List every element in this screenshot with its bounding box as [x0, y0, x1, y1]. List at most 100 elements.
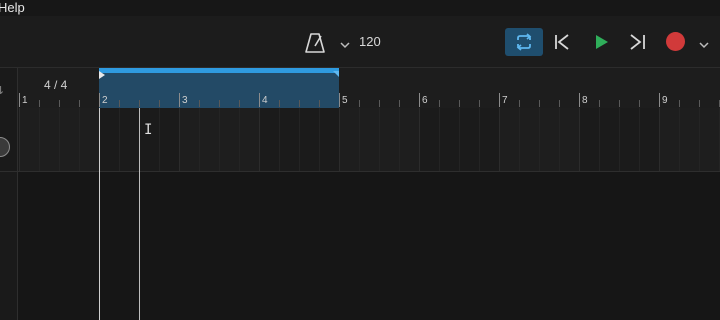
- ruler-beat-tick: [439, 100, 440, 107]
- ruler-beat-tick: [79, 100, 80, 107]
- bar-number: 6: [422, 95, 428, 106]
- go-to-start-button[interactable]: [550, 30, 574, 54]
- loop-icon: [516, 33, 532, 51]
- ruler-beat-tick: [679, 100, 680, 107]
- lane-beat-line: [699, 108, 700, 171]
- ruler-bar-tick: [99, 93, 100, 107]
- ruler-beat-tick: [379, 100, 380, 107]
- play-icon: [596, 35, 608, 49]
- lane-beat-line: [639, 108, 640, 171]
- ruler-beat-tick: [479, 100, 480, 107]
- lane-beat-line: [519, 108, 520, 171]
- ruler-beat-tick: [199, 100, 200, 107]
- lane-beat-line: [119, 108, 120, 171]
- lane-bar-line: [419, 108, 420, 171]
- lane-bar-line: [659, 108, 660, 171]
- lane-beat-line: [599, 108, 600, 171]
- ruler-bar-tick: [339, 93, 340, 107]
- lane-bar-line: [499, 108, 500, 171]
- lane-beat-line: [459, 108, 460, 171]
- ruler-bar-tick: [179, 93, 180, 107]
- lane-beat-line: [479, 108, 480, 171]
- lane-beat-line: [439, 108, 440, 171]
- loop-button[interactable]: [505, 28, 543, 56]
- track-divider: [0, 171, 18, 172]
- text-cursor-icon: I: [144, 122, 153, 138]
- chevron-down-icon[interactable]: [339, 38, 351, 50]
- ruler-beat-tick: [639, 100, 640, 107]
- lane-bar-line: [19, 108, 20, 171]
- bar-shade: [659, 108, 720, 171]
- bar-number: 5: [342, 95, 348, 106]
- bar-number: 3: [182, 95, 188, 106]
- ruler-beat-tick: [239, 100, 240, 107]
- lane-beat-line: [319, 108, 320, 171]
- lane-beat-line: [299, 108, 300, 171]
- bar-number: 4: [262, 95, 268, 106]
- lane-bar-line: [579, 108, 580, 171]
- ruler-beat-tick: [139, 100, 140, 107]
- lane-beat-line: [559, 108, 560, 171]
- ruler-beat-tick: [219, 100, 220, 107]
- record-options-chevron-icon[interactable]: [698, 38, 710, 50]
- ruler-beat-tick: [39, 100, 40, 107]
- arrangement-empty-area[interactable]: [18, 172, 720, 320]
- lane-beat-line: [239, 108, 240, 171]
- metronome-icon[interactable]: [304, 32, 326, 54]
- ruler-beat-tick: [159, 100, 160, 107]
- ruler-beat-tick: [319, 100, 320, 107]
- ruler-beat-tick: [519, 100, 520, 107]
- lane-beat-line: [279, 108, 280, 171]
- ruler-bar-tick: [19, 93, 20, 107]
- lane-beat-line: [59, 108, 60, 171]
- lane-beat-line: [399, 108, 400, 171]
- lane-beat-line: [379, 108, 380, 171]
- menu-bar: Help: [0, 0, 720, 16]
- ruler-bar-tick: [499, 93, 500, 107]
- ruler-beat-tick: [359, 100, 360, 107]
- ruler-beat-tick: [619, 100, 620, 107]
- lane-beat-line: [359, 108, 360, 171]
- go-to-end-button[interactable]: [626, 30, 650, 54]
- bar-number: 7: [502, 95, 508, 106]
- ruler-beat-tick: [59, 100, 60, 107]
- ruler-beat-tick: [699, 100, 700, 107]
- loop-start-line: [99, 108, 100, 320]
- bar-number: 1: [22, 95, 28, 106]
- bar-number: 8: [582, 95, 588, 106]
- playhead[interactable]: [139, 108, 140, 320]
- lane-beat-line: [159, 108, 160, 171]
- ruler-beat-tick: [299, 100, 300, 107]
- sort-icon[interactable]: ⇂: [0, 84, 5, 97]
- lane-beat-line: [79, 108, 80, 171]
- lane-bar-line: [339, 108, 340, 171]
- loop-region-bar[interactable]: [99, 68, 339, 73]
- ruler-bar-tick: [579, 93, 580, 107]
- loop-start-handle[interactable]: [99, 71, 105, 79]
- ruler-bar-tick: [659, 93, 660, 107]
- ruler-beat-tick: [539, 100, 540, 107]
- ruler-beat-tick: [559, 100, 560, 107]
- track-header-column: [0, 68, 18, 320]
- bar-number: 2: [102, 95, 108, 106]
- lane-beat-line: [39, 108, 40, 171]
- time-signature[interactable]: 4 / 4: [44, 78, 67, 92]
- lane-beat-line: [539, 108, 540, 171]
- ruler-beat-tick: [599, 100, 600, 107]
- tempo-value[interactable]: 120: [359, 34, 381, 49]
- ruler-beat-tick: [399, 100, 400, 107]
- loop-end-handle[interactable]: [333, 71, 339, 77]
- ruler-bar-tick: [259, 93, 260, 107]
- record-button[interactable]: [666, 32, 685, 51]
- lane-beat-line: [219, 108, 220, 171]
- menu-help[interactable]: Help: [0, 0, 25, 15]
- skip-back-icon: [555, 34, 569, 50]
- ruler-beat-tick: [119, 100, 120, 107]
- play-button[interactable]: [589, 30, 613, 54]
- bar-number: 9: [662, 95, 668, 106]
- skip-forward-icon: [630, 34, 645, 50]
- ruler-beat-tick: [459, 100, 460, 107]
- transport-toolbar: 120: [0, 16, 720, 68]
- ruler-bar-tick: [419, 93, 420, 107]
- lane-bar-line: [179, 108, 180, 171]
